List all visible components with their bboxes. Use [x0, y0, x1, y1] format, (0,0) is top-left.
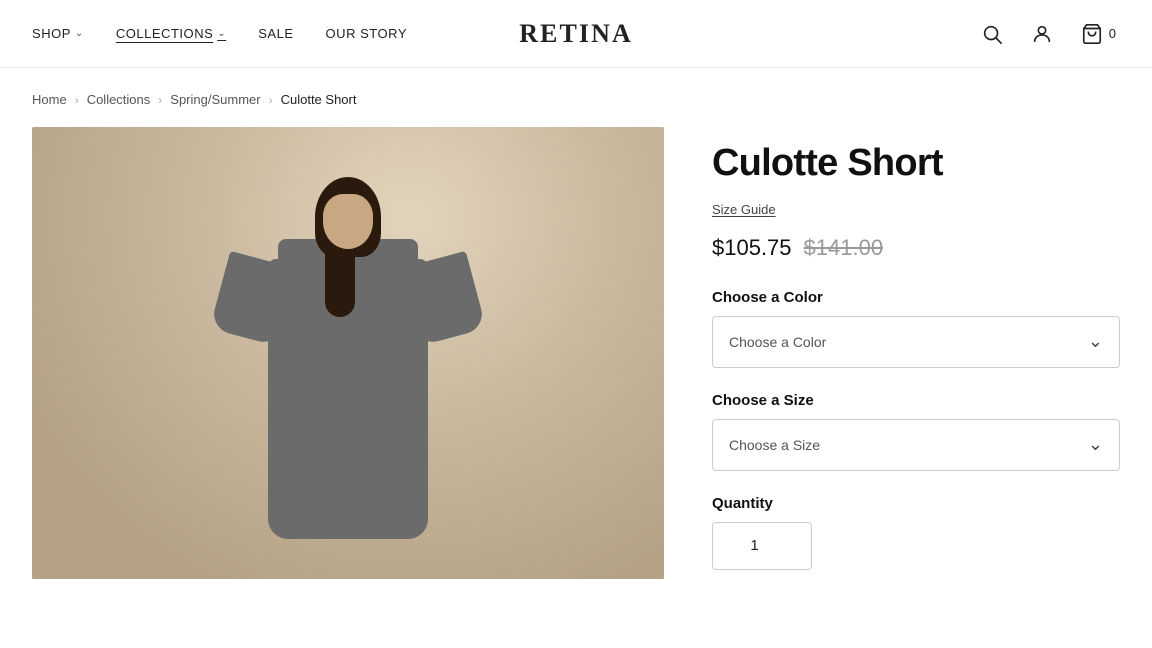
product-title: Culotte Short: [712, 143, 1120, 185]
nav-collections[interactable]: COLLECTIONS ⌄: [116, 26, 226, 41]
color-dropdown-text: Choose a Color: [729, 334, 826, 350]
cart-count: 0: [1109, 26, 1116, 41]
account-button[interactable]: [1027, 19, 1057, 49]
site-header: SHOP ⌄ COLLECTIONS ⌄ SALE OUR STORY RETI…: [0, 0, 1152, 68]
breadcrumb-sep-3: ›: [269, 93, 273, 107]
breadcrumb-collections[interactable]: Collections: [87, 92, 151, 107]
breadcrumb-spring-summer[interactable]: Spring/Summer: [170, 92, 260, 107]
quantity-label: Quantity: [712, 495, 1120, 512]
price-current: $105.75: [712, 235, 792, 261]
quantity-input[interactable]: [712, 522, 812, 570]
header-icons: 0: [977, 19, 1120, 49]
size-label: Choose a Size: [712, 392, 1120, 409]
price-original: $141.00: [804, 235, 884, 261]
breadcrumb: Home › Collections › Spring/Summer › Cul…: [0, 68, 1152, 119]
model-figure: [218, 159, 478, 579]
color-label: Choose a Color: [712, 289, 1120, 306]
color-dropdown[interactable]: Choose a Color ⌄: [712, 316, 1120, 368]
nav-shop[interactable]: SHOP ⌄: [32, 26, 84, 41]
main-nav: SHOP ⌄ COLLECTIONS ⌄ SALE OUR STORY: [32, 26, 407, 41]
product-details: Culotte Short Size Guide $105.75 $141.00…: [712, 127, 1120, 579]
cart-button[interactable]: 0: [1077, 19, 1120, 49]
price-row: $105.75 $141.00: [712, 235, 1120, 261]
nav-sale[interactable]: SALE: [258, 26, 293, 41]
site-logo[interactable]: RETINA: [519, 19, 633, 49]
nav-our-story[interactable]: OUR STORY: [326, 26, 408, 41]
size-dropdown-text: Choose a Size: [729, 437, 820, 453]
search-button[interactable]: [977, 19, 1007, 49]
size-guide-link[interactable]: Size Guide: [712, 202, 776, 217]
collections-chevron-icon: ⌄: [217, 28, 226, 39]
breadcrumb-home[interactable]: Home: [32, 92, 67, 107]
shop-chevron-icon: ⌄: [75, 28, 84, 39]
size-dropdown[interactable]: Choose a Size ⌄: [712, 419, 1120, 471]
breadcrumb-sep-2: ›: [158, 93, 162, 107]
color-dropdown-chevron-icon: ⌄: [1088, 331, 1103, 352]
breadcrumb-current: Culotte Short: [281, 92, 357, 107]
product-image: [32, 127, 664, 579]
main-content: Culotte Short Size Guide $105.75 $141.00…: [0, 119, 1152, 611]
breadcrumb-sep-1: ›: [75, 93, 79, 107]
size-dropdown-chevron-icon: ⌄: [1088, 434, 1103, 455]
